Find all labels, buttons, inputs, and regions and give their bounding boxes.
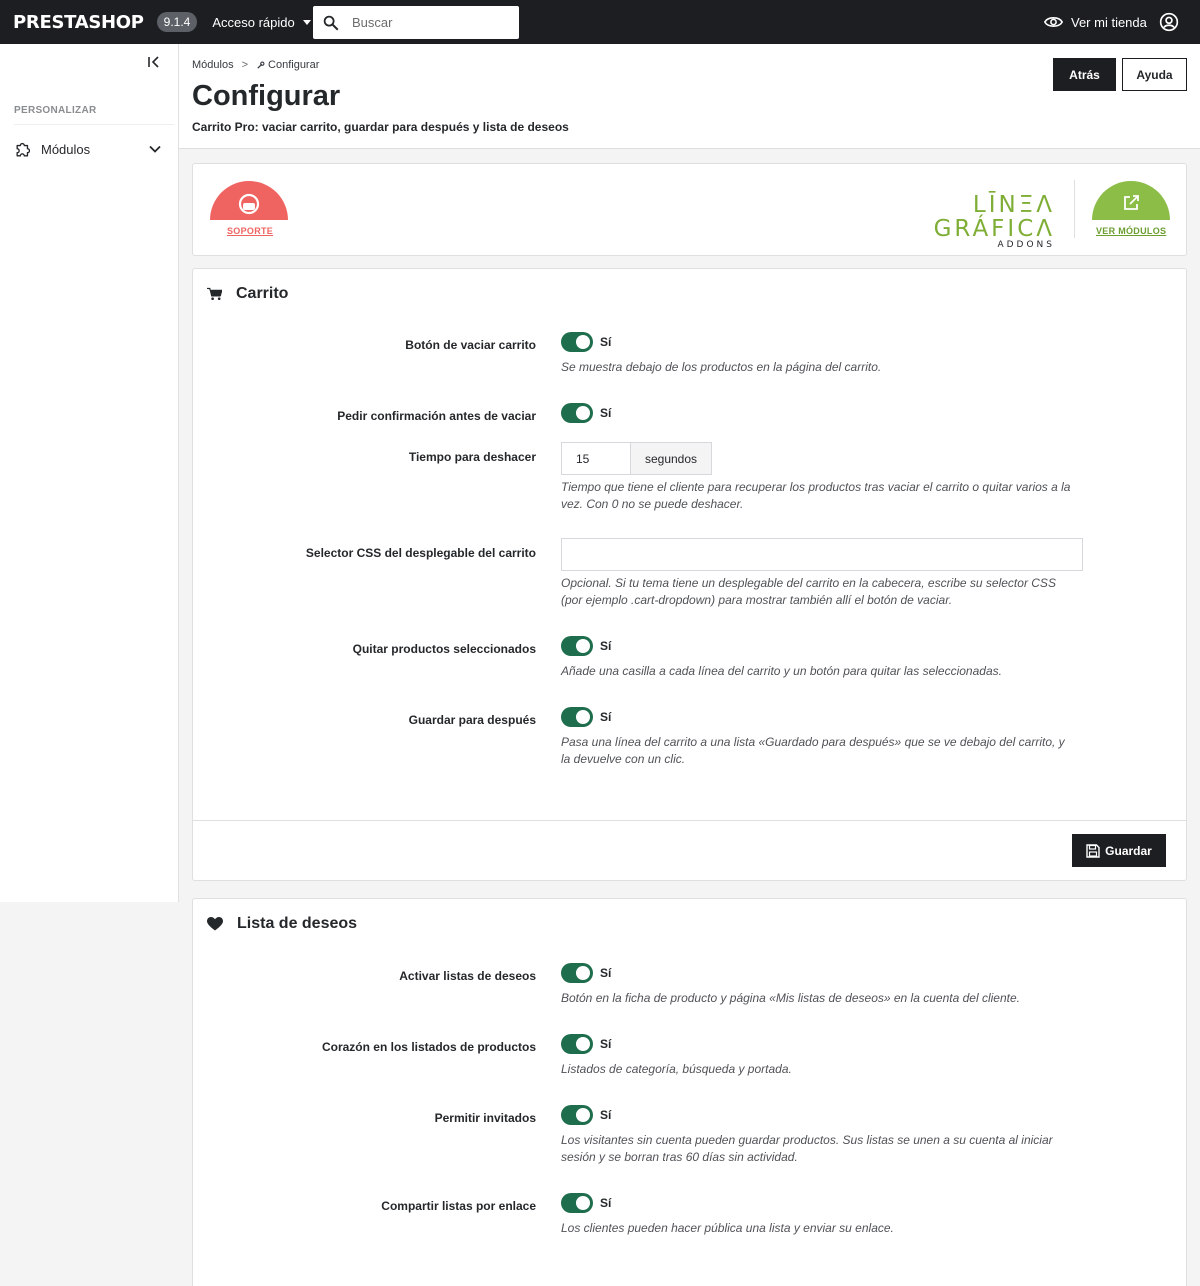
save-button[interactable]: Guardar — [1072, 834, 1166, 867]
modules-badge[interactable] — [1092, 181, 1170, 220]
sidebar-section-title: PERSONALIZAR — [14, 105, 97, 116]
toggle-value: Sí — [600, 1196, 612, 1210]
top-bar: PRESTASHOP 9.1.4 Acceso rápido Ver mi ti… — [0, 0, 1200, 44]
field-label: Permitir invitados — [434, 1111, 536, 1125]
toggle-value: Sí — [600, 1037, 612, 1051]
breadcrumb-modules[interactable]: Módulos — [192, 59, 234, 71]
toggle-value: Sí — [600, 406, 612, 420]
headset-icon — [238, 193, 260, 215]
search-box — [313, 6, 519, 39]
search-icon[interactable] — [322, 14, 340, 32]
breadcrumb: Módulos > Configurar — [192, 59, 319, 71]
toggle-value: Sí — [600, 710, 612, 724]
quick-access-dropdown[interactable]: Acceso rápido — [212, 14, 311, 30]
field-help: Tiempo que tiene el cliente para recuper… — [561, 480, 1071, 511]
field-label: Tiempo para deshacer — [408, 450, 536, 464]
page-subtitle: Carrito Pro: vaciar carrito, guardar par… — [192, 120, 569, 134]
view-modules-link[interactable]: VER MÓDULOS — [1096, 226, 1166, 236]
addons-banner: SOPORTE LĪNΞΛ GRÁFICΛ ADDONS VER MÓDULOS — [192, 163, 1187, 256]
field-help: Opcional. Si tu tema tiene un desplegabl… — [561, 576, 1056, 607]
toggle-value: Sí — [600, 966, 612, 980]
field-help: Los visitantes sin cuenta pueden guardar… — [561, 1133, 1053, 1164]
seconds-addon: segundos — [630, 442, 712, 475]
page-header: Módulos > Configurar Configurar Carrito … — [179, 44, 1200, 149]
css-selector-input[interactable] — [561, 538, 1083, 571]
external-link-icon — [1124, 195, 1139, 210]
field-label: Botón de vaciar carrito — [405, 338, 536, 352]
search-input[interactable] — [352, 15, 502, 30]
cart-panel: Carrito Botón de vaciar carrito Sí Se mu… — [192, 268, 1187, 881]
cart-panel-title: Carrito — [207, 285, 288, 303]
empty-cart-toggle[interactable] — [561, 332, 593, 352]
field-label: Guardar para después — [408, 713, 536, 727]
caret-down-icon — [302, 19, 311, 25]
field-label: Pedir confirmación antes de vaciar — [337, 409, 536, 423]
page-title: Configurar — [192, 80, 341, 112]
prestashop-logo[interactable]: PRESTASHOP — [13, 12, 144, 33]
undo-time-group: segundos — [561, 442, 712, 475]
field-help: Botón en la ficha de producto y página «… — [561, 991, 1020, 1005]
cart-title-text: Carrito — [236, 285, 289, 302]
confirm-empty-toggle[interactable] — [561, 403, 593, 423]
field-help: Listados de categoría, búsqueda y portad… — [561, 1062, 792, 1076]
chevron-down-icon[interactable] — [148, 142, 162, 156]
quick-access-label: Acceso rápido — [212, 14, 295, 30]
save-for-later-toggle[interactable] — [561, 707, 593, 727]
version-badge: 9.1.4 — [156, 12, 198, 32]
cart-icon — [207, 287, 222, 300]
breadcrumb-current: Configurar — [256, 59, 319, 71]
field-label: Selector CSS del desplegable del carrito — [305, 546, 536, 560]
remove-selected-toggle[interactable] — [561, 636, 593, 656]
field-help: Añade una casilla a cada línea del carri… — [561, 664, 1002, 678]
support-link[interactable]: SOPORTE — [227, 226, 273, 236]
account-icon[interactable] — [1159, 12, 1179, 32]
view-shop-label: Ver mi tienda — [1071, 14, 1147, 30]
wishlist-panel: Lista de deseos Activar listas de deseos… — [192, 898, 1187, 1286]
puzzle-icon — [16, 142, 31, 157]
field-help: Los clientes pueden hacer pública una li… — [561, 1221, 894, 1235]
view-shop-link[interactable]: Ver mi tienda — [1044, 0, 1147, 44]
share-lists-toggle[interactable] — [561, 1193, 593, 1213]
collapse-sidebar-icon[interactable] — [146, 54, 162, 70]
field-label: Compartir listas por enlace — [381, 1199, 536, 1213]
banner-divider — [1074, 180, 1075, 238]
sidebar: PERSONALIZAR Módulos — [0, 44, 179, 902]
sidebar-divider — [14, 124, 174, 125]
allow-guests-toggle[interactable] — [561, 1105, 593, 1125]
sidebar-item-modules[interactable]: Módulos — [14, 138, 164, 160]
heart-icon — [207, 917, 223, 931]
toggle-value: Sí — [600, 1108, 612, 1122]
panel-footer-divider — [193, 820, 1186, 821]
field-help: Pasa una línea del carrito a una lista «… — [561, 735, 1065, 766]
field-label: Quitar productos seleccionados — [352, 642, 536, 656]
back-button[interactable]: Atrás — [1053, 58, 1116, 91]
breadcrumb-separator: > — [241, 59, 249, 71]
sidebar-item-label: Módulos — [41, 141, 91, 157]
floppy-disk-icon — [1086, 843, 1100, 858]
wishlist-title-text: Lista de deseos — [237, 915, 358, 932]
toggle-value: Sí — [600, 639, 612, 653]
undo-time-input[interactable] — [561, 442, 630, 475]
wrench-icon — [257, 61, 265, 69]
eye-icon — [1044, 17, 1063, 27]
support-badge[interactable] — [210, 181, 288, 220]
heart-listings-toggle[interactable] — [561, 1034, 593, 1054]
enable-wishlists-toggle[interactable] — [561, 963, 593, 983]
logo-main-text: LĪNΞΛ GRÁFICΛ — [933, 192, 1055, 242]
toggle-value: Sí — [600, 335, 612, 349]
linea-grafica-logo[interactable]: LĪNΞΛ GRÁFICΛ ADDONS — [869, 193, 1055, 250]
field-label: Corazón en los listados de productos — [321, 1040, 536, 1054]
field-label: Activar listas de deseos — [399, 969, 536, 983]
help-button[interactable]: Ayuda — [1122, 58, 1187, 91]
breadcrumb-configure: Configurar — [268, 59, 320, 71]
wishlist-panel-title: Lista de deseos — [207, 915, 357, 933]
field-help: Se muestra debajo de los productos en la… — [561, 360, 882, 374]
save-label: Guardar — [1105, 843, 1152, 858]
